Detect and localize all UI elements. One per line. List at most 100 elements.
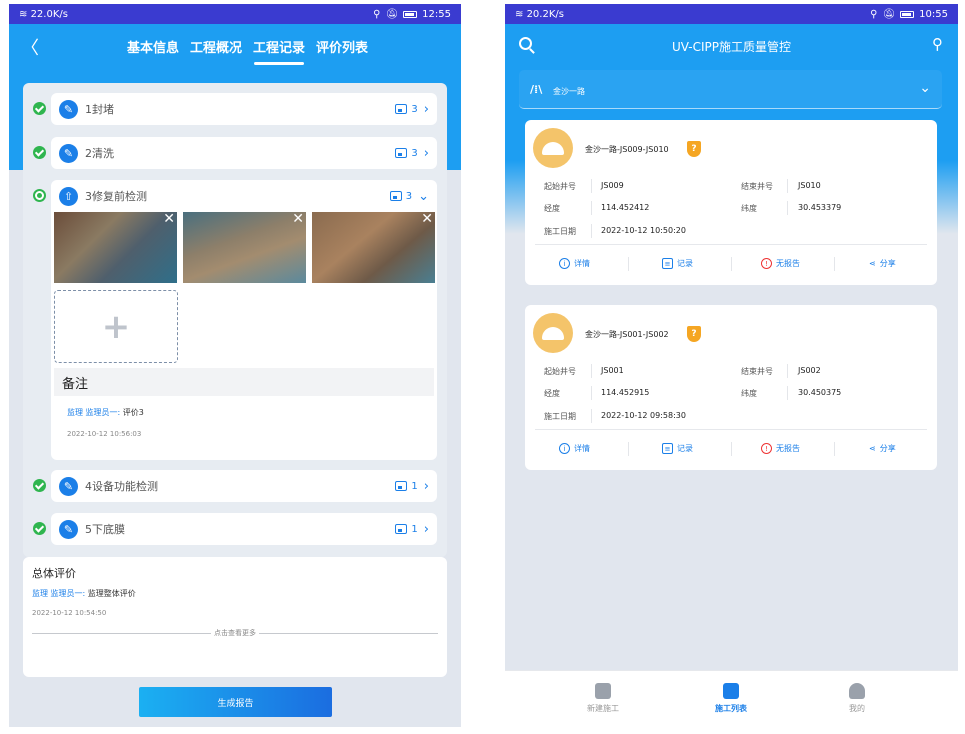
chevron-down-icon[interactable]: ⌄ xyxy=(919,80,931,96)
overall-title: 总体评价 xyxy=(32,567,76,580)
divider xyxy=(787,386,788,400)
divider xyxy=(731,442,732,456)
question-badge-icon: ? xyxy=(687,141,701,157)
project-card[interactable]: 金沙一路-JS001-JS002 ? 起始井号 JS001 结束井号 JS002… xyxy=(525,305,937,470)
remark-title: 备注 xyxy=(54,368,434,396)
step-card-4[interactable]: ✎ 4设备功能检测 1 › xyxy=(51,470,437,502)
step-label: 2清洗 xyxy=(85,147,114,160)
overall-author: 监理 监理员一: xyxy=(32,589,86,598)
info-icon: i xyxy=(559,258,570,269)
start-well-value: JS001 xyxy=(601,366,624,375)
divider xyxy=(591,364,592,378)
step-header[interactable]: ⇧ 3修复前检测 3 ⌄ xyxy=(51,180,437,212)
chevron-right-icon[interactable]: › xyxy=(424,479,429,494)
latitude-label: 纬度 xyxy=(741,204,757,213)
chevron-down-icon[interactable]: ⌄ xyxy=(418,189,429,204)
photo-thumbnail[interactable]: ✕ xyxy=(54,212,177,283)
back-icon[interactable]: 〈 xyxy=(21,34,39,60)
records-button[interactable]: ≡ 记录 xyxy=(662,258,693,269)
generate-report-button[interactable]: 生成报告 xyxy=(139,687,332,717)
step-label: 4设备功能检测 xyxy=(85,480,158,493)
end-well-value: JS002 xyxy=(798,366,821,375)
latitude-label: 纬度 xyxy=(741,389,757,398)
mute-icon: 🔕︎ xyxy=(385,8,399,20)
nav-new-construction[interactable]: 新建施工 xyxy=(563,683,643,714)
location-icon: ⚲ xyxy=(870,8,878,20)
details-button[interactable]: i 详情 xyxy=(559,258,590,269)
photo-thumbnail[interactable]: ✕ xyxy=(183,212,306,283)
details-button[interactable]: i 详情 xyxy=(559,443,590,454)
tab-basic-info[interactable]: 基本信息 xyxy=(127,37,179,56)
start-well-label: 起始井号 xyxy=(544,367,576,376)
no-report-button[interactable]: ! 无报告 xyxy=(761,258,800,269)
share-button[interactable]: ⋖ 分享 xyxy=(869,443,896,454)
image-count: 1 xyxy=(411,523,418,535)
start-well-label: 起始井号 xyxy=(544,182,576,191)
mute-icon: 🔕︎ xyxy=(882,8,896,20)
divider xyxy=(628,257,629,271)
date-label: 施工日期 xyxy=(544,227,576,236)
step-card-1[interactable]: ✎ 1封堵 3 › xyxy=(51,93,437,125)
image-count: 3 xyxy=(411,147,418,159)
step-label: 1封堵 xyxy=(85,103,114,116)
step-complete-icon xyxy=(33,479,46,492)
tab-overview[interactable]: 工程概况 xyxy=(190,37,242,56)
view-more-label: 点击查看更多 xyxy=(211,628,259,638)
divider xyxy=(591,386,592,400)
overall-comment: 监理 监理员一: 监理整体评价 xyxy=(32,588,136,599)
step-complete-icon xyxy=(33,102,46,115)
wifi-icon: ≋ xyxy=(515,8,527,20)
start-well-value: JS009 xyxy=(601,181,624,190)
step-card-5[interactable]: ✎ 5下底膜 1 › xyxy=(51,513,437,545)
step-card-3: ⇧ 3修复前检测 3 ⌄ ✕ ✕ ✕ + 备注 监理 监理员一: 评价3 202… xyxy=(51,180,437,460)
no-report-button[interactable]: ! 无报告 xyxy=(761,443,800,454)
nav-mine[interactable]: 我的 xyxy=(817,683,897,714)
battery-icon xyxy=(900,10,915,18)
image-icon xyxy=(395,524,408,534)
close-icon[interactable]: ✕ xyxy=(292,212,304,227)
bottom-nav: 新建施工 施工列表 我的 xyxy=(505,670,958,727)
page-title: UV-CIPP施工质量管控 xyxy=(671,40,791,54)
share-button[interactable]: ⋖ 分享 xyxy=(869,258,896,269)
chevron-right-icon[interactable]: › xyxy=(424,522,429,537)
divider xyxy=(591,409,592,423)
divider xyxy=(834,257,835,271)
alert-icon: ! xyxy=(761,443,772,454)
close-icon[interactable]: ✕ xyxy=(163,212,175,227)
divider xyxy=(535,429,927,430)
user-location-icon[interactable]: ⚲ xyxy=(932,35,943,53)
records-button[interactable]: ≡ 记录 xyxy=(662,443,693,454)
add-photo-button[interactable]: + xyxy=(54,290,178,363)
tab-evaluations[interactable]: 评价列表 xyxy=(316,37,368,56)
info-icon: i xyxy=(559,443,570,454)
project-name: 金沙一路-JS009-JS010 xyxy=(585,145,669,154)
status-time: 12:55 xyxy=(422,8,451,20)
wifi-speed: ≋ 22.0K/s xyxy=(19,8,68,20)
step-label: 5下底膜 xyxy=(85,523,125,536)
status-bar: ≋ 22.0K/s ⚲ 🔕︎ 12:55 xyxy=(9,4,461,24)
share-icon: ⋖ xyxy=(869,259,876,268)
chevron-right-icon[interactable]: › xyxy=(424,146,429,161)
divider xyxy=(591,224,592,238)
project-card[interactable]: 金沙一路-JS009-JS010 ? 起始井号 JS009 结束井号 JS010… xyxy=(525,120,937,285)
upload-icon: ⇧ xyxy=(59,186,78,206)
edit-icon: ✎ xyxy=(59,99,78,119)
nav-construction-list[interactable]: 施工列表 xyxy=(691,683,771,714)
photo-thumbnail[interactable]: ✕ xyxy=(312,212,435,283)
view-more-link[interactable]: 点击查看更多 xyxy=(32,628,438,638)
step-card-2[interactable]: ✎ 2清洗 3 › xyxy=(51,137,437,169)
image-count: 1 xyxy=(411,480,418,492)
tab-records[interactable]: 工程记录 xyxy=(253,37,305,65)
divider xyxy=(787,364,788,378)
close-icon[interactable]: ✕ xyxy=(421,212,433,227)
status-bar: ≋ 20.2K/s ⚲ 🔕︎ 10:55 xyxy=(505,4,958,24)
image-icon xyxy=(389,191,402,201)
road-selector[interactable]: /⁞\ 金沙一路 ⌄ xyxy=(519,70,942,109)
image-icon xyxy=(395,481,408,491)
wifi-speed: ≋ 20.2K/s xyxy=(515,8,564,20)
chevron-right-icon[interactable]: › xyxy=(424,102,429,117)
divider xyxy=(535,244,927,245)
project-name: 金沙一路-JS001-JS002 xyxy=(585,330,669,339)
document-icon: ≡ xyxy=(662,258,673,269)
divider xyxy=(731,257,732,271)
